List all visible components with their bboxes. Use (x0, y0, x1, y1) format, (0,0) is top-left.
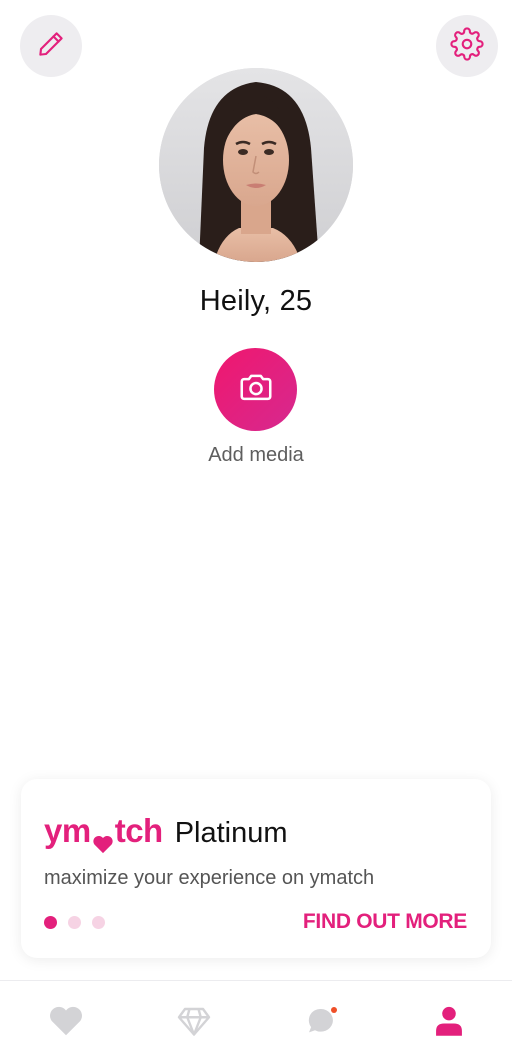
profile-name-age: Heily, 25 (199, 285, 313, 317)
add-media-button[interactable] (214, 348, 297, 431)
profile-screen: Heily, 25 Add media ym tch Platinum maxim… (0, 0, 512, 1063)
heart-icon (48, 1005, 84, 1042)
promo-title: ym tch Platinum (44, 811, 288, 853)
tab-likes[interactable] (46, 1003, 86, 1043)
promo-subtitle: maximize your experience on ymatch (44, 867, 375, 889)
pencil-icon (36, 29, 66, 64)
settings-button[interactable] (436, 15, 498, 77)
heart-logo-icon (92, 824, 114, 853)
add-media-label: Add media (208, 444, 304, 466)
edit-profile-button[interactable] (20, 15, 82, 77)
platinum-promo-card[interactable]: ym tch Platinum maximize your experience … (21, 779, 491, 958)
carousel-dots (44, 916, 105, 929)
camera-icon (237, 368, 275, 411)
find-out-more-button[interactable]: FIND OUT MORE (303, 910, 467, 934)
notification-dot (331, 1007, 337, 1013)
carousel-dot[interactable] (44, 916, 57, 929)
tab-messages[interactable] (301, 1003, 341, 1043)
carousel-dot[interactable] (68, 916, 81, 929)
diamond-icon (176, 1005, 212, 1042)
promo-tier: Platinum (174, 817, 288, 849)
carousel-dot[interactable] (92, 916, 105, 929)
gear-icon (450, 26, 484, 66)
bottom-tab-bar (0, 980, 512, 1063)
profile-photo-illustration (159, 68, 353, 262)
ymatch-logo: ym tch (44, 812, 163, 853)
tab-profile[interactable] (429, 1003, 469, 1043)
profile-icon (434, 1005, 464, 1042)
tab-premium[interactable] (174, 1003, 214, 1043)
profile-photo[interactable] (159, 68, 353, 262)
